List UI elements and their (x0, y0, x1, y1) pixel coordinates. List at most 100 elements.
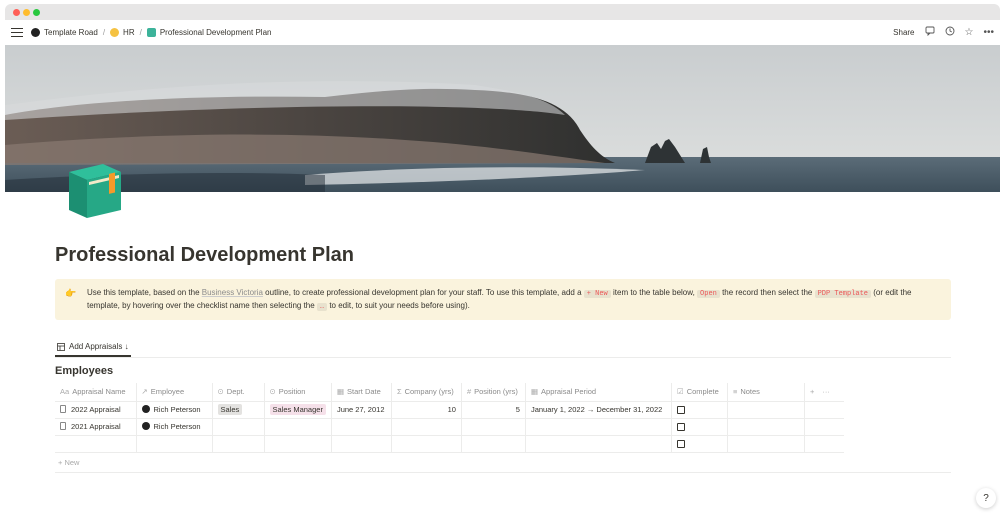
callout-block[interactable]: 👉 Use this template, based on the Busine… (55, 279, 951, 320)
employees-table: Aa Appraisal Name ↗ Employee ⊙ Dept. ⊙ Posit… (55, 383, 845, 453)
cell-notes[interactable] (727, 401, 805, 419)
column-header-position[interactable]: ⊙ Position (264, 383, 332, 402)
document-icon (60, 422, 66, 430)
page-book-icon[interactable] (65, 156, 125, 220)
document-icon (60, 405, 66, 413)
minimize-window-button[interactable] (23, 9, 30, 16)
star-icon[interactable]: ☆ (965, 27, 974, 38)
code-open: Open (697, 290, 720, 298)
cell-start-date[interactable] (331, 418, 392, 436)
column-header-employee[interactable]: ↗ Employee (136, 383, 213, 402)
complete-checkbox[interactable] (676, 440, 685, 448)
cell-start-date[interactable]: June 27, 2012 (331, 401, 392, 419)
callout-text: Use this template, based on the Business… (87, 287, 941, 312)
column-header-appraisal-name[interactable]: Aa Appraisal Name (55, 383, 137, 402)
code-dots: … (316, 303, 328, 311)
cell-appraisal-period[interactable] (525, 418, 672, 436)
window-titlebar (5, 4, 1000, 20)
calendar-icon: ▦ (530, 387, 539, 397)
number-icon: # (466, 387, 472, 397)
column-header-position-yrs[interactable]: # Position (yrs) (461, 383, 526, 402)
cell-dept[interactable] (212, 418, 265, 436)
cell-company-yrs[interactable] (391, 435, 462, 453)
checkbox-icon: ☑ (676, 387, 684, 397)
breadcrumb-page[interactable]: Professional Development Plan (146, 28, 271, 37)
breadcrumb-section[interactable]: HR (110, 28, 135, 37)
page-title[interactable]: Professional Development Plan (55, 244, 951, 270)
cell-position[interactable] (264, 435, 332, 453)
column-actions: + ··· (804, 383, 845, 402)
cell-notes[interactable] (727, 435, 805, 453)
cell-notes[interactable] (727, 418, 805, 436)
text-icon: Aa (60, 387, 70, 397)
column-header-start-date[interactable]: ▦ Start Date (331, 383, 392, 402)
complete-checkbox[interactable] (676, 406, 685, 414)
table-row[interactable]: 2021 Appraisal Rich Peterson (55, 418, 845, 436)
avatar (141, 405, 150, 413)
cell-empty (804, 435, 845, 453)
select-icon: ⊙ (217, 387, 224, 397)
breadcrumb-workspace-label: Template Road (44, 28, 98, 37)
column-header-appraisal-period[interactable]: ▦ Appraisal Period (525, 383, 672, 402)
cell-start-date[interactable] (331, 435, 392, 453)
cell-company-yrs[interactable] (391, 418, 462, 436)
cell-complete[interactable] (671, 435, 728, 453)
database-title[interactable]: Employees (55, 365, 951, 379)
cell-appraisal-name[interactable] (55, 435, 137, 453)
calendar-icon: ▦ (336, 387, 345, 397)
cover-image (5, 45, 1000, 192)
cell-empty (804, 418, 845, 436)
callout-text-segment: outline, to create professional developm… (262, 288, 584, 297)
column-header-notes[interactable]: ≡ Notes (727, 383, 805, 402)
cell-employee[interactable] (136, 435, 213, 453)
column-header-dept[interactable]: ⊙ Dept. (212, 383, 265, 402)
avatar (141, 422, 150, 430)
column-header-company-yrs[interactable]: Σ Company (yrs) (391, 383, 462, 402)
cell-dept[interactable]: Sales (212, 401, 265, 419)
callout-text-segment: Use this template, based on the (87, 288, 202, 297)
history-icon[interactable] (945, 26, 955, 39)
maximize-window-button[interactable] (33, 9, 40, 16)
table-row[interactable]: 2022 Appraisal Rich Peterson Sales Sales… (55, 401, 845, 419)
cell-position[interactable]: Sales Manager (264, 401, 332, 419)
table-view-icon (57, 342, 65, 351)
cell-dept[interactable] (212, 435, 265, 453)
select-icon: ⊙ (269, 387, 276, 397)
add-new-row-button[interactable]: + New (55, 453, 951, 473)
cell-position-yrs[interactable] (461, 435, 526, 453)
more-options-icon[interactable]: ••• (983, 27, 994, 38)
business-victoria-link[interactable]: Business Victoria (202, 288, 263, 297)
comment-icon[interactable] (925, 26, 935, 39)
tab-add-appraisals[interactable]: Add Appraisals ↓ (55, 342, 131, 357)
cell-appraisal-name[interactable]: 2022 Appraisal (55, 401, 137, 419)
cell-appraisal-period[interactable]: January 1, 2022 → December 31, 2022 (525, 401, 672, 419)
menu-icon[interactable] (11, 28, 23, 37)
cell-complete[interactable] (671, 418, 728, 436)
code-pdp-template: PDP Template (814, 290, 872, 298)
close-window-button[interactable] (13, 9, 20, 16)
breadcrumb-separator: / (102, 28, 106, 37)
cell-appraisal-period[interactable] (525, 435, 672, 453)
table-header-row: Aa Appraisal Name ↗ Employee ⊙ Dept. ⊙ Posit… (55, 383, 845, 402)
browser-window: Template Road / HR / Professional Develo… (5, 4, 1000, 514)
add-column-icon[interactable]: + (810, 387, 814, 396)
table-row[interactable] (55, 435, 845, 453)
top-bar: Template Road / HR / Professional Develo… (5, 20, 1000, 45)
column-more-icon[interactable]: ··· (822, 387, 830, 396)
cell-complete[interactable] (671, 401, 728, 419)
share-button[interactable]: Share (893, 28, 914, 37)
dept-tag: Sales (217, 404, 243, 415)
code-new: + New (583, 290, 611, 298)
cell-position-yrs[interactable]: 5 (461, 401, 526, 419)
column-header-complete[interactable]: ☑ Complete (671, 383, 728, 402)
complete-checkbox[interactable] (676, 423, 685, 431)
cell-company-yrs[interactable]: 10 (391, 401, 462, 419)
cell-employee[interactable]: Rich Peterson (136, 401, 213, 419)
pointing-hand-icon: 👉 (65, 288, 77, 298)
cell-appraisal-name[interactable]: 2021 Appraisal (55, 418, 137, 436)
breadcrumb-workspace[interactable]: Template Road (31, 28, 98, 37)
cell-employee[interactable]: Rich Peterson (136, 418, 213, 436)
help-button[interactable]: ? (976, 488, 996, 508)
cell-position[interactable] (264, 418, 332, 436)
cell-position-yrs[interactable] (461, 418, 526, 436)
